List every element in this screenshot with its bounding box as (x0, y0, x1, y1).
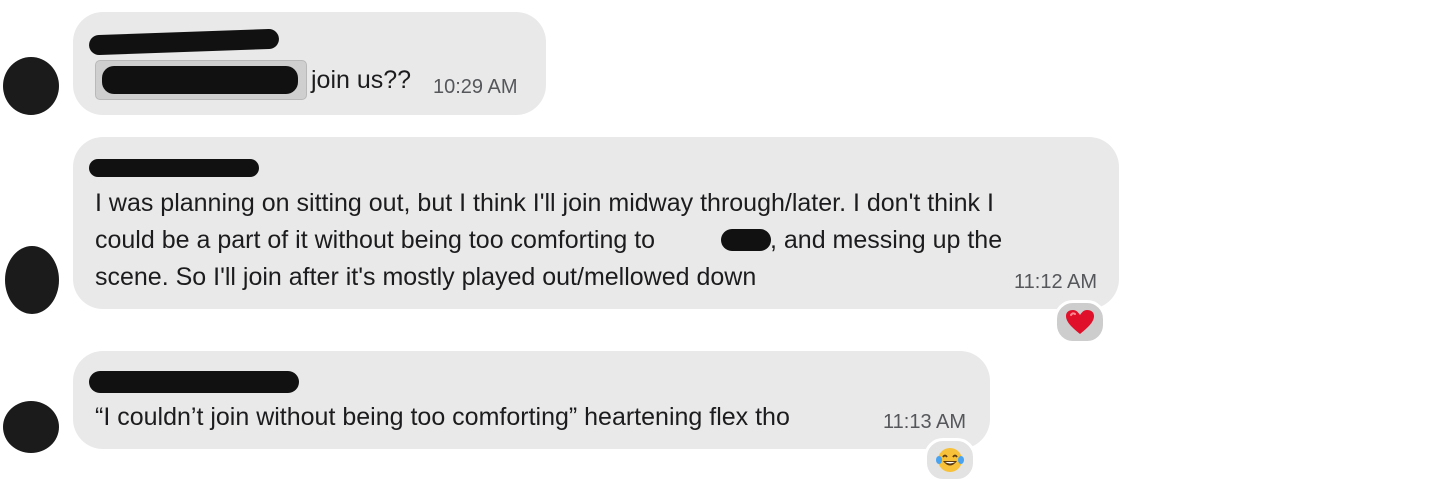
redacted-mention (102, 66, 298, 94)
reaction-badge[interactable] (1054, 300, 1106, 344)
message-timestamp: 11:12 AM (1014, 271, 1098, 293)
message-bubble[interactable]: I was planning on sitting out, but I thi… (73, 137, 1119, 309)
message-timestamp: 11:13 AM (883, 411, 967, 433)
sender-avatar[interactable] (5, 246, 59, 314)
message-text: join us?? (311, 66, 412, 94)
laughing-tears-icon (936, 448, 964, 472)
redacted-sender-name (89, 371, 299, 393)
redacted-sender-name (88, 28, 280, 56)
message-timestamp: 10:29 AM (433, 76, 518, 98)
redacted-sender-name (89, 159, 259, 177)
message-bubble[interactable]: join us?? 10:29 AM (73, 12, 546, 115)
message-text: “I couldn’t join without being too comfo… (95, 403, 790, 431)
sender-avatar[interactable] (3, 401, 59, 453)
message-bubble[interactable]: “I couldn’t join without being too comfo… (73, 351, 990, 449)
sender-avatar[interactable] (3, 57, 59, 115)
mention-chip[interactable] (95, 60, 307, 100)
message-text-line: could be a part of it without being too … (95, 226, 656, 254)
red-heart-icon (1066, 310, 1094, 334)
redacted-name-inline (721, 229, 771, 251)
reaction-badge[interactable] (924, 438, 976, 482)
message-text-line: I was planning on sitting out, but I thi… (95, 189, 994, 217)
message-text-line: scene. So I'll join after it's mostly pl… (95, 263, 757, 291)
message-text-line: , and messing up the (770, 226, 1003, 254)
